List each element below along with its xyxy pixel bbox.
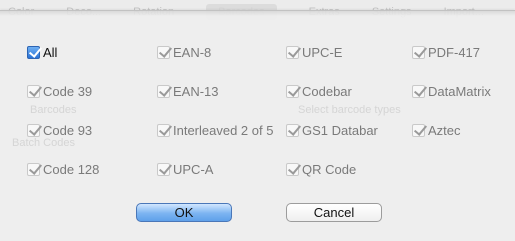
checkbox-interleaved-2-of-5[interactable]: Interleaved 2 of 5	[157, 123, 273, 138]
checkbox-code-93[interactable]: Code 93	[27, 123, 92, 138]
checkbox-ean-13[interactable]: EAN-13	[157, 84, 219, 99]
checkbox-code-128[interactable]: Code 128	[27, 162, 99, 177]
checkbox-codebar[interactable]: Codebar	[286, 84, 352, 99]
checkmark-icon	[412, 85, 425, 98]
checkbox-label: Code 93	[43, 123, 93, 138]
checkbox-label: UPC-A	[173, 162, 214, 177]
checkbox-label: EAN-8	[173, 45, 212, 60]
checkbox-aztec[interactable]: Aztec	[412, 123, 461, 138]
background-label: Select barcode types	[298, 104, 401, 116]
checkbox-label: PDF-417	[428, 45, 481, 60]
checkbox-code-39[interactable]: Code 39	[27, 84, 92, 99]
background-label: Batch Codes	[12, 137, 75, 149]
ok-button[interactable]: OK	[136, 203, 232, 222]
sheet-shadow	[0, 10, 515, 16]
background-label: Barcodes	[30, 104, 77, 116]
checkmark-icon	[27, 124, 40, 137]
checkmark-icon	[27, 85, 40, 98]
checkmark-icon	[286, 163, 299, 176]
checkbox-label: EAN-13	[173, 84, 219, 99]
checkbox-pdf-417[interactable]: PDF-417	[412, 45, 480, 60]
checkbox-label: UPC-E	[302, 45, 343, 60]
checkbox-datamatrix[interactable]: DataMatrix	[412, 84, 491, 99]
checkbox-label: QR Code	[302, 162, 357, 177]
checkbox-all[interactable]: All	[27, 45, 57, 60]
checkbox-label: Interleaved 2 of 5	[173, 123, 274, 138]
checkmark-icon	[157, 85, 170, 98]
checkbox-qr-code[interactable]: QR Code	[286, 162, 356, 177]
checkbox-label: Code 128	[43, 162, 100, 177]
checkbox-label: All	[43, 45, 58, 60]
checkbox-checked-icon	[27, 46, 40, 59]
checkbox-upc-a[interactable]: UPC-A	[157, 162, 213, 177]
checkbox-gs1-databar[interactable]: GS1 Databar	[286, 123, 378, 138]
checkmark-icon	[27, 163, 40, 176]
checkbox-label: DataMatrix	[428, 84, 491, 99]
checkmark-icon	[286, 124, 299, 137]
checkmark-icon	[157, 124, 170, 137]
checkmark-icon	[286, 46, 299, 59]
checkbox-label: Aztec	[428, 123, 461, 138]
checkbox-upc-e[interactable]: UPC-E	[286, 45, 342, 60]
checkmark-icon	[412, 124, 425, 137]
checkmark-icon	[157, 46, 170, 59]
cancel-button[interactable]: Cancel	[286, 203, 382, 222]
checkbox-ean-8[interactable]: EAN-8	[157, 45, 211, 60]
checkbox-label: Code 39	[43, 84, 93, 99]
checkbox-label: GS1 Databar	[302, 123, 378, 138]
checkmark-icon	[157, 163, 170, 176]
checkbox-label: Codebar	[302, 84, 352, 99]
checkmark-icon	[286, 85, 299, 98]
checkmark-icon	[412, 46, 425, 59]
